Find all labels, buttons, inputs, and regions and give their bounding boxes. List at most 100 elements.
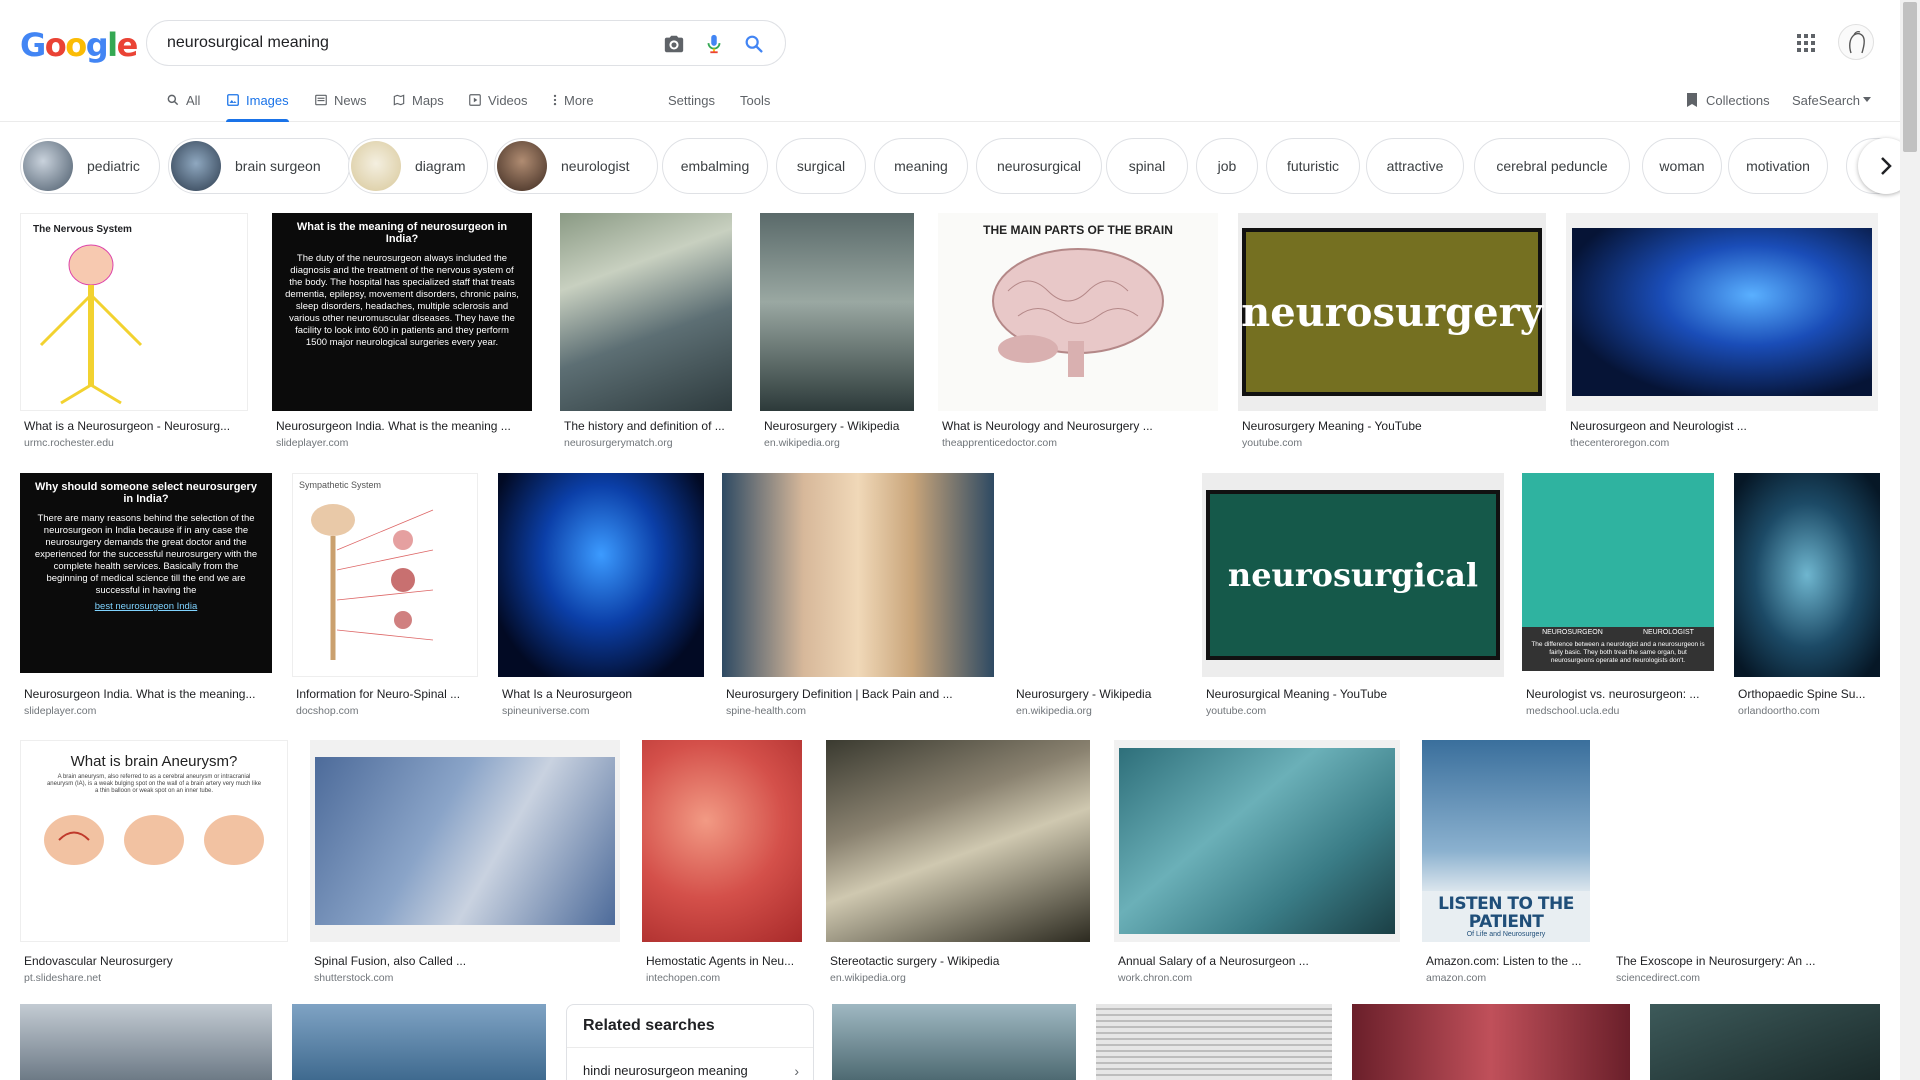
tab-label: All bbox=[186, 92, 201, 108]
image-result[interactable]: Annual Salary of a Neurosurgeon ... work… bbox=[1114, 740, 1400, 990]
image-result[interactable]: What is brain Aneurysm? A brain aneurysm… bbox=[20, 740, 288, 990]
result-source: slideplayer.com bbox=[24, 705, 97, 717]
result-source: en.wikipedia.org bbox=[830, 972, 906, 984]
chip[interactable]: embalming bbox=[662, 138, 768, 194]
camera-icon[interactable] bbox=[662, 32, 686, 56]
collections-button[interactable]: Collections bbox=[1686, 78, 1770, 122]
image-result[interactable]: What Is a Neurosurgeon spineuniverse.com bbox=[498, 473, 704, 723]
search-icon[interactable] bbox=[742, 32, 766, 56]
image-result[interactable] bbox=[1650, 1004, 1880, 1080]
image-result[interactable]: Spinal Fusion, also Called ... shutterst… bbox=[310, 740, 620, 990]
tab-maps[interactable]: Maps bbox=[392, 78, 444, 122]
image-result[interactable]: NEUROSURGEON NEUROLOGIST The difference … bbox=[1522, 473, 1714, 723]
chip[interactable]: futuristic bbox=[1266, 138, 1360, 194]
chip-label: motivation bbox=[1746, 158, 1810, 174]
result-title: Neurosurgery Definition | Back Pain and … bbox=[726, 687, 953, 701]
related-search-item[interactable]: hindi neurosurgeon meaning bbox=[583, 1063, 803, 1078]
image-result[interactable]: Neurosurgeon and Neurologist ... thecent… bbox=[1566, 213, 1878, 453]
tab-images[interactable]: Images bbox=[226, 78, 289, 122]
image-result[interactable]: neurosurgical Neurosurgical Meaning - Yo… bbox=[1202, 473, 1504, 723]
settings-link[interactable]: Settings bbox=[668, 78, 715, 122]
chip[interactable]: brain surgeon bbox=[168, 138, 350, 194]
scrollbar-thumb[interactable] bbox=[1903, 2, 1917, 152]
result-image: LISTEN TO THE PATIENT Of Life and Neuros… bbox=[1422, 740, 1590, 942]
image-result[interactable]: Sympathetic System Information for Neuro… bbox=[292, 473, 478, 723]
safesearch-dropdown[interactable]: SafeSearch bbox=[1792, 78, 1871, 122]
image-caption: There are many reasons behind the select… bbox=[34, 513, 258, 596]
image-result[interactable] bbox=[20, 1004, 272, 1080]
image-result[interactable]: The Nervous System What is a Neurosurgeo… bbox=[20, 213, 248, 453]
image-result[interactable]: Hemostatic Agents in Neu... intechopen.c… bbox=[642, 740, 802, 990]
image-result[interactable]: Stereotactic surgery - Wikipedia en.wiki… bbox=[826, 740, 1090, 990]
image-result[interactable]: Orthopaedic Spine Su... orlandoortho.com bbox=[1734, 473, 1880, 723]
image-result[interactable]: Neurosurgery Definition | Back Pain and … bbox=[722, 473, 994, 723]
chip[interactable]: neurologist bbox=[494, 138, 658, 194]
search-box bbox=[146, 20, 786, 66]
result-title: The history and definition of ... bbox=[564, 419, 725, 433]
result-title: Neurosurgical Meaning - YouTube bbox=[1206, 687, 1388, 701]
result-image bbox=[832, 1004, 1076, 1080]
image-result[interactable] bbox=[1096, 1004, 1332, 1080]
image-result[interactable]: The Exoscope in Neurosurgery: An ... sci… bbox=[1612, 740, 1880, 990]
image-result[interactable]: What is the meaning of neurosurgeon in I… bbox=[272, 213, 532, 453]
result-title: Amazon.com: Listen to the ... bbox=[1426, 954, 1582, 968]
tab-news[interactable]: News bbox=[314, 78, 367, 122]
image-caption: best neurosurgeon India bbox=[94, 601, 198, 612]
result-source: docshop.com bbox=[296, 705, 359, 717]
image-icon bbox=[226, 93, 240, 107]
tools-link[interactable]: Tools bbox=[740, 78, 770, 122]
chip[interactable]: diagram bbox=[348, 138, 488, 194]
chip-thumbnail bbox=[23, 141, 73, 191]
image-result[interactable]: LISTEN TO THE PATIENT Of Life and Neuros… bbox=[1422, 740, 1590, 990]
result-image bbox=[760, 213, 914, 411]
search-input[interactable] bbox=[167, 31, 637, 55]
image-result[interactable]: The history and definition of ... neuros… bbox=[560, 213, 732, 453]
image-result[interactable]: Neurosurgery - Wikipedia en.wikipedia.or… bbox=[1012, 473, 1182, 723]
image-caption: NEUROSURGEON bbox=[1542, 629, 1603, 636]
image-result[interactable]: neurosurgery Neurosurgery Meaning - YouT… bbox=[1238, 213, 1546, 453]
chip[interactable]: surgical bbox=[776, 138, 866, 194]
chip[interactable]: spinal bbox=[1106, 138, 1188, 194]
related-searches-heading: Related searches bbox=[583, 1017, 715, 1034]
result-source: sciencedirect.com bbox=[1616, 972, 1701, 984]
chip-label: neurologist bbox=[561, 158, 630, 174]
chip[interactable]: meaning bbox=[874, 138, 968, 194]
page-scrollbar[interactable] bbox=[1900, 0, 1920, 1080]
image-result[interactable] bbox=[1352, 1004, 1630, 1080]
chip[interactable]: pediatric bbox=[20, 138, 160, 194]
image-result[interactable] bbox=[832, 1004, 1076, 1080]
chip-thumbnail bbox=[351, 141, 401, 191]
image-caption: LISTEN TO THE PATIENT bbox=[1422, 891, 1590, 931]
image-result[interactable]: THE MAIN PARTS OF THE BRAIN What is Neur… bbox=[938, 213, 1218, 453]
apps-grid-icon[interactable] bbox=[1794, 31, 1818, 55]
result-image: neurosurgery bbox=[1238, 213, 1546, 411]
chip[interactable]: motivation bbox=[1728, 138, 1828, 194]
tab-all[interactable]: All bbox=[166, 78, 200, 122]
image-caption: A brain aneurysm, also referred to as a … bbox=[46, 774, 262, 794]
result-image: What is the meaning of neurosurgeon in I… bbox=[272, 213, 532, 411]
tab-videos[interactable]: Videos bbox=[468, 78, 528, 122]
search-icon bbox=[166, 93, 180, 107]
result-image bbox=[1734, 473, 1880, 677]
image-caption: THE MAIN PARTS OF THE BRAIN bbox=[983, 223, 1173, 237]
chip[interactable]: cerebral peduncle bbox=[1474, 138, 1630, 194]
result-source: en.wikipedia.org bbox=[764, 437, 840, 449]
chip[interactable]: neurosurgical bbox=[976, 138, 1102, 194]
chip[interactable]: woman bbox=[1642, 138, 1722, 194]
chevron-right-icon bbox=[1879, 156, 1893, 176]
microphone-icon[interactable] bbox=[702, 32, 726, 56]
google-logo[interactable]: Google bbox=[20, 26, 138, 64]
chip-label: cerebral peduncle bbox=[1496, 158, 1608, 174]
tab-label: Images bbox=[246, 92, 289, 108]
tab-more[interactable]: More bbox=[552, 78, 594, 122]
result-source: thecenteroregon.com bbox=[1570, 437, 1670, 449]
image-result[interactable]: Neurosurgery - Wikipedia en.wikipedia.or… bbox=[760, 213, 914, 453]
image-result[interactable] bbox=[292, 1004, 546, 1080]
image-result[interactable]: Why should someone select neurosurgery i… bbox=[20, 473, 272, 723]
account-avatar[interactable] bbox=[1838, 24, 1874, 60]
result-title: Neurosurgeon India. What is the meaning … bbox=[276, 419, 511, 433]
result-image: THE MAIN PARTS OF THE BRAIN bbox=[938, 213, 1218, 411]
chip[interactable]: attractive bbox=[1366, 138, 1464, 194]
result-source: youtube.com bbox=[1242, 437, 1303, 449]
chip[interactable]: job bbox=[1196, 138, 1258, 194]
